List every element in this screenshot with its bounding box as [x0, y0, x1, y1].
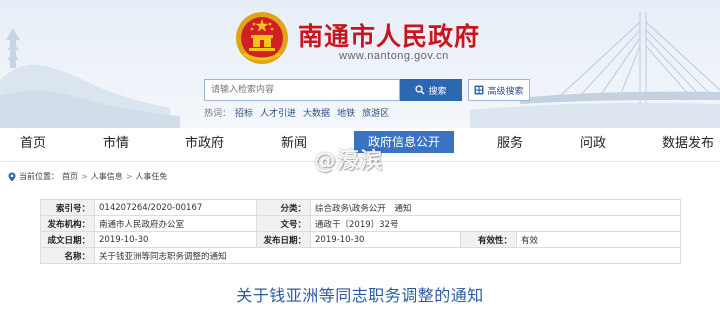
table-row: 索引号： 014207264/2020-00167 分类： 综合政务\政务公开 … [40, 199, 681, 216]
national-emblem-icon [236, 12, 288, 64]
nav-item-city-government[interactable]: 市政府 [185, 128, 224, 162]
table-row: 成文日期： 2019-10-30 发布日期： 2019-10-30 有效性： 有… [40, 231, 681, 248]
validity-label: 有效性： [460, 231, 517, 248]
created-date-label: 成文日期： [40, 231, 95, 248]
hot-word-link[interactable]: 地铁 [337, 106, 355, 119]
category-value: 综合政务\政务公开 通知 [310, 199, 681, 216]
hot-words: 热词： 招标 人才引进 大数据 地铁 旅游区 [204, 106, 389, 119]
location-pin-icon [8, 172, 16, 181]
nav-item-home[interactable]: 首页 [20, 128, 46, 162]
document-title: 关于钱亚洲等同志职务调整的通知 [236, 286, 484, 305]
hot-words-label: 热词： [204, 109, 232, 119]
chevron-right-icon: > [81, 172, 88, 181]
chevron-right-icon: > [125, 172, 133, 181]
table-row: 名称： 关于钱亚洲等同志职务调整的通知 [40, 247, 681, 264]
validity-value: 有效 [516, 231, 681, 248]
advanced-search-label: 高级搜索 [487, 86, 524, 97]
breadcrumb: 当前位置： 首页 > 人事信息 > 人事任免 [8, 171, 167, 182]
breadcrumb-personnel-info[interactable]: 人事信息 [91, 171, 123, 182]
nav-item-city-profile[interactable]: 市情 [103, 128, 129, 162]
search-button-label: 搜索 [428, 86, 447, 97]
published-date-value: 2019-10-30 [310, 231, 461, 248]
nav-item-inquiry[interactable]: 问政 [580, 128, 606, 162]
site-url: www.nantong.gov.cn [339, 50, 449, 62]
search-input[interactable] [204, 79, 400, 101]
name-label: 名称： [40, 247, 95, 264]
nav-item-services[interactable]: 服务 [497, 128, 523, 162]
nav-item-data-release[interactable]: 数据发布 [662, 128, 714, 162]
category-label: 分类： [256, 199, 311, 216]
hot-word-link[interactable]: 人才引进 [260, 106, 296, 119]
watermark: @濠滨 [314, 149, 384, 174]
advanced-search-button[interactable]: 高级搜索 [468, 79, 530, 101]
table-row: 发布机构： 南通市人民政府办公室 文号： 通政干〔2019〕32号 [40, 215, 681, 232]
hot-word-link[interactable]: 招标 [235, 106, 253, 119]
search-button[interactable]: 搜索 [400, 79, 462, 101]
site-header: 南通市人民政府 www.nantong.gov.cn 搜索 高级搜索 热词： 招… [0, 0, 720, 128]
nav-item-news[interactable]: 新闻 [281, 128, 307, 162]
index-no-label: 索引号： [40, 199, 95, 216]
site-title[interactable]: 南通市人民政府 [298, 17, 480, 53]
document-meta-table: 索引号： 014207264/2020-00167 分类： 综合政务\政务公开 … [40, 199, 681, 264]
breadcrumb-home[interactable]: 首页 [62, 171, 78, 182]
doc-no-value: 通政干〔2019〕32号 [310, 215, 681, 232]
index-no-value: 014207264/2020-00167 [94, 199, 257, 216]
issuer-label: 发布机构： [40, 215, 95, 232]
issuer-value: 南通市人民政府办公室 [94, 215, 257, 232]
name-value: 关于钱亚洲等同志职务调整的通知 [94, 247, 681, 264]
breadcrumb-label: 当前位置： [19, 172, 59, 181]
search-icon [415, 85, 425, 95]
created-date-value: 2019-10-30 [94, 231, 257, 248]
hot-word-link[interactable]: 旅游区 [362, 106, 389, 119]
breadcrumb-personnel-appointment[interactable]: 人事任免 [135, 171, 167, 182]
published-date-label: 发布日期： [256, 231, 311, 248]
advanced-search-icon [474, 85, 484, 95]
hot-word-link[interactable]: 大数据 [303, 106, 330, 119]
doc-no-label: 文号： [256, 215, 311, 232]
